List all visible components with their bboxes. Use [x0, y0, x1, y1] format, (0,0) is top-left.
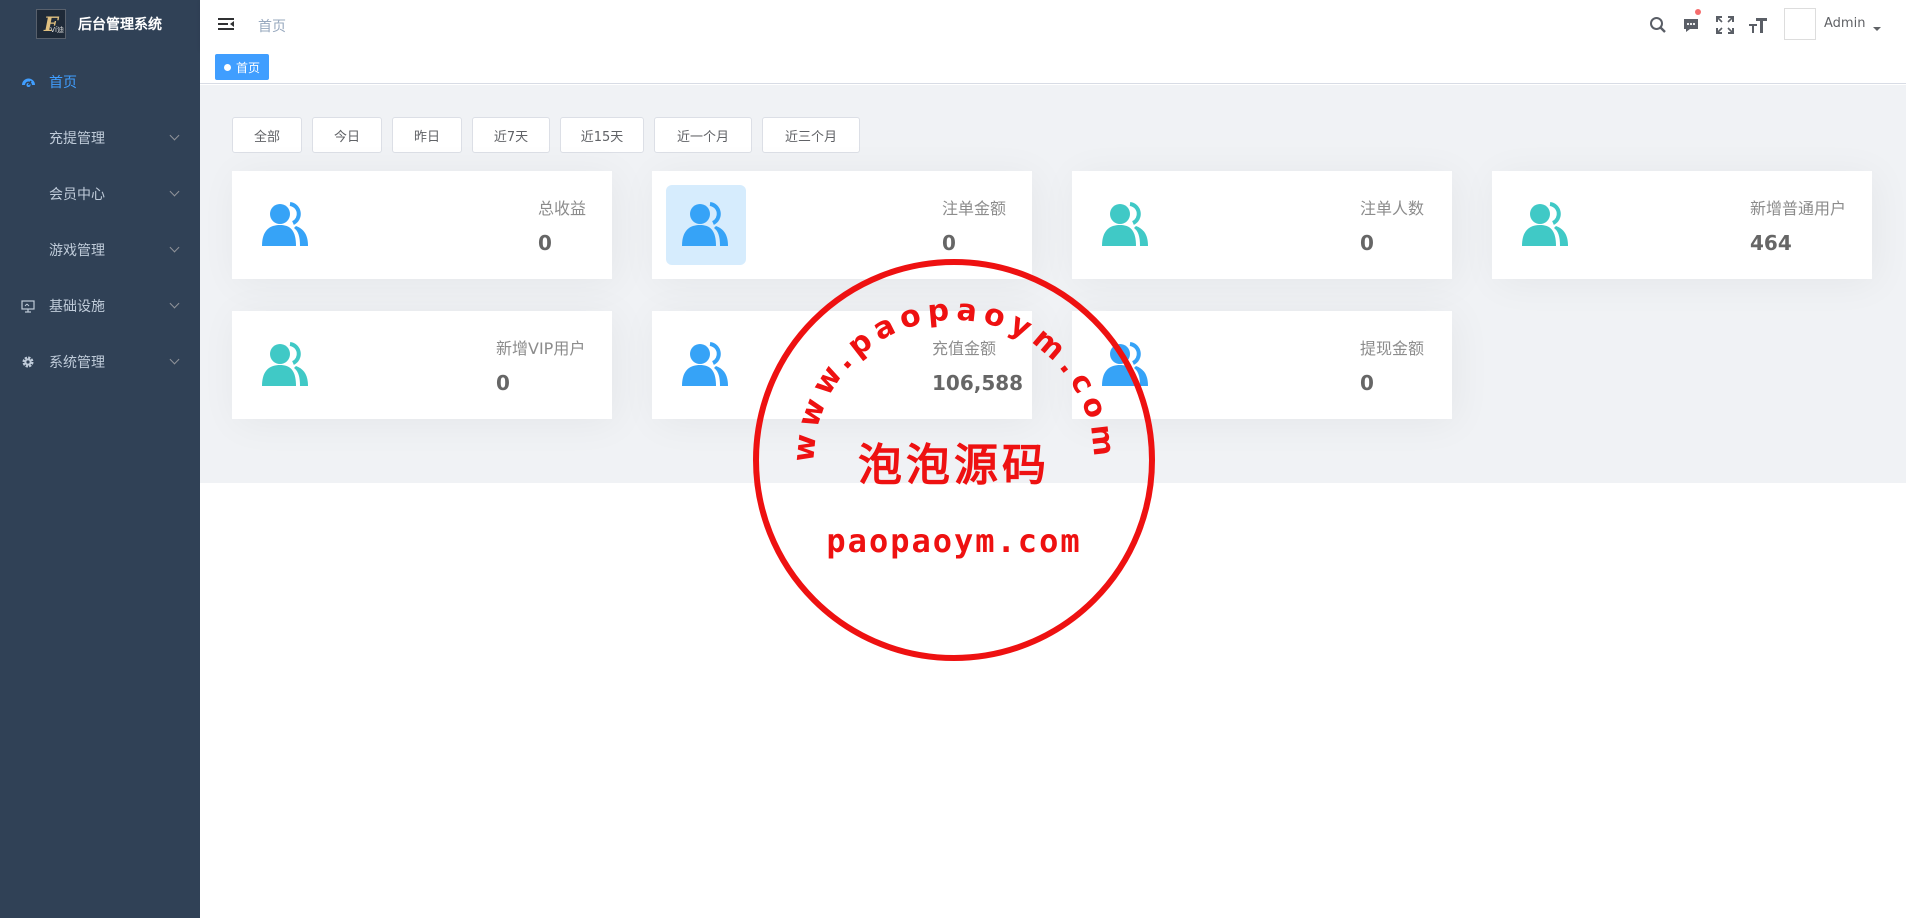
- filter-all-button[interactable]: 全部: [232, 117, 302, 153]
- stat-label: 注单金额: [942, 199, 1007, 218]
- tag-label: 首页: [236, 60, 261, 75]
- peoples-icon: [1086, 185, 1166, 265]
- breadcrumb[interactable]: 首页: [258, 16, 286, 36]
- sidebar-item-members[interactable]: 会员中心: [0, 166, 200, 222]
- peoples-icon: [246, 185, 326, 265]
- gear-icon: [20, 354, 36, 370]
- chevron-down-icon: [169, 242, 180, 253]
- sidebar: F Ví迪 后台管理系统 首页 充提管理 会员中心 游戏管理 基础设施 系统管理: [0, 0, 200, 918]
- sidebar-item-home[interactable]: 首页: [0, 54, 200, 110]
- sidebar-item-label: 基础设施: [49, 299, 105, 315]
- hamburger-icon[interactable]: [217, 15, 235, 33]
- peoples-icon: [246, 325, 326, 405]
- stat-label: 充值金额: [932, 339, 997, 358]
- stat-value: 0: [942, 231, 956, 255]
- stat-card-new-vip[interactable]: 新增VIP用户 0: [232, 311, 612, 419]
- stat-card-deposit-amount[interactable]: 充值金额 106,588: [652, 311, 1032, 419]
- stat-card-new-users[interactable]: 新增普通用户 464: [1492, 171, 1872, 279]
- tags-view: 首页: [200, 50, 1906, 84]
- stat-value: 464: [1750, 231, 1792, 255]
- chevron-down-icon: [169, 354, 180, 365]
- stat-card-bettors[interactable]: 注单人数 0: [1072, 171, 1452, 279]
- monitor-icon: [20, 298, 36, 314]
- sidebar-item-label: 充提管理: [49, 131, 105, 147]
- search-icon[interactable]: [1647, 14, 1669, 36]
- peoples-icon: [666, 325, 746, 405]
- peoples-icon: [666, 185, 746, 265]
- filter-yesterday-button[interactable]: 昨日: [392, 117, 462, 153]
- chevron-down-icon: [169, 186, 180, 197]
- stat-value: 0: [538, 231, 552, 255]
- sidebar-logo[interactable]: F Ví迪 后台管理系统: [0, 0, 200, 48]
- navbar: 首页 Admin: [200, 0, 1906, 50]
- sidebar-item-deposit-withdraw[interactable]: 充提管理: [0, 110, 200, 166]
- caret-down-icon[interactable]: [1873, 27, 1881, 31]
- sidebar-item-games[interactable]: 游戏管理: [0, 222, 200, 278]
- stat-value: 0: [496, 371, 510, 395]
- sidebar-item-label: 会员中心: [49, 187, 105, 203]
- stat-label: 注单人数: [1360, 199, 1425, 218]
- text-size-icon[interactable]: [1747, 14, 1769, 36]
- dashboard-main: 全部 今日 昨日 近7天 近15天 近一个月 近三个月 总收益 0 注单金额 0…: [200, 85, 1906, 483]
- app-title: 后台管理系统: [78, 17, 162, 33]
- stat-label: 总收益: [538, 199, 587, 218]
- stat-card-total-revenue[interactable]: 总收益 0: [232, 171, 612, 279]
- stat-value: 0: [1360, 231, 1374, 255]
- sidebar-item-label: 系统管理: [49, 355, 105, 371]
- stat-card-withdraw-amount[interactable]: 提现金额 0: [1072, 311, 1452, 419]
- filter-1month-button[interactable]: 近一个月: [654, 117, 752, 153]
- sidebar-item-label: 游戏管理: [49, 243, 105, 259]
- sidebar-item-infrastructure[interactable]: 基础设施: [0, 278, 200, 334]
- chevron-down-icon: [169, 298, 180, 309]
- stat-label: 新增普通用户: [1750, 199, 1847, 218]
- stat-value: 106,588: [932, 371, 1024, 395]
- sidebar-item-label: 首页: [49, 75, 77, 91]
- fullscreen-icon[interactable]: [1714, 14, 1736, 36]
- peoples-icon: [1086, 325, 1166, 405]
- active-dot-icon: [224, 63, 231, 71]
- watermark-url: paopaoym.com: [826, 522, 1081, 560]
- chevron-down-icon: [169, 130, 180, 141]
- notification-dot: [1695, 9, 1701, 15]
- stat-value: 0: [1360, 371, 1374, 395]
- filter-15days-button[interactable]: 近15天: [560, 117, 644, 153]
- tag-home[interactable]: 首页: [215, 54, 270, 80]
- logo-icon: F Ví迪: [36, 9, 66, 39]
- peoples-icon: [1506, 185, 1586, 265]
- sidebar-item-system[interactable]: 系统管理: [0, 334, 200, 390]
- message-icon[interactable]: [1680, 9, 1702, 36]
- user-name[interactable]: Admin: [1824, 16, 1865, 31]
- dashboard-icon: [20, 74, 36, 90]
- filter-today-button[interactable]: 今日: [312, 117, 382, 153]
- filter-7days-button[interactable]: 近7天: [472, 117, 550, 153]
- stat-label: 新增VIP用户: [496, 339, 586, 358]
- avatar[interactable]: [1784, 8, 1816, 40]
- filter-3months-button[interactable]: 近三个月: [762, 117, 860, 153]
- stat-label: 提现金额: [1360, 339, 1425, 358]
- stat-card-bet-amount[interactable]: 注单金额 0: [652, 171, 1032, 279]
